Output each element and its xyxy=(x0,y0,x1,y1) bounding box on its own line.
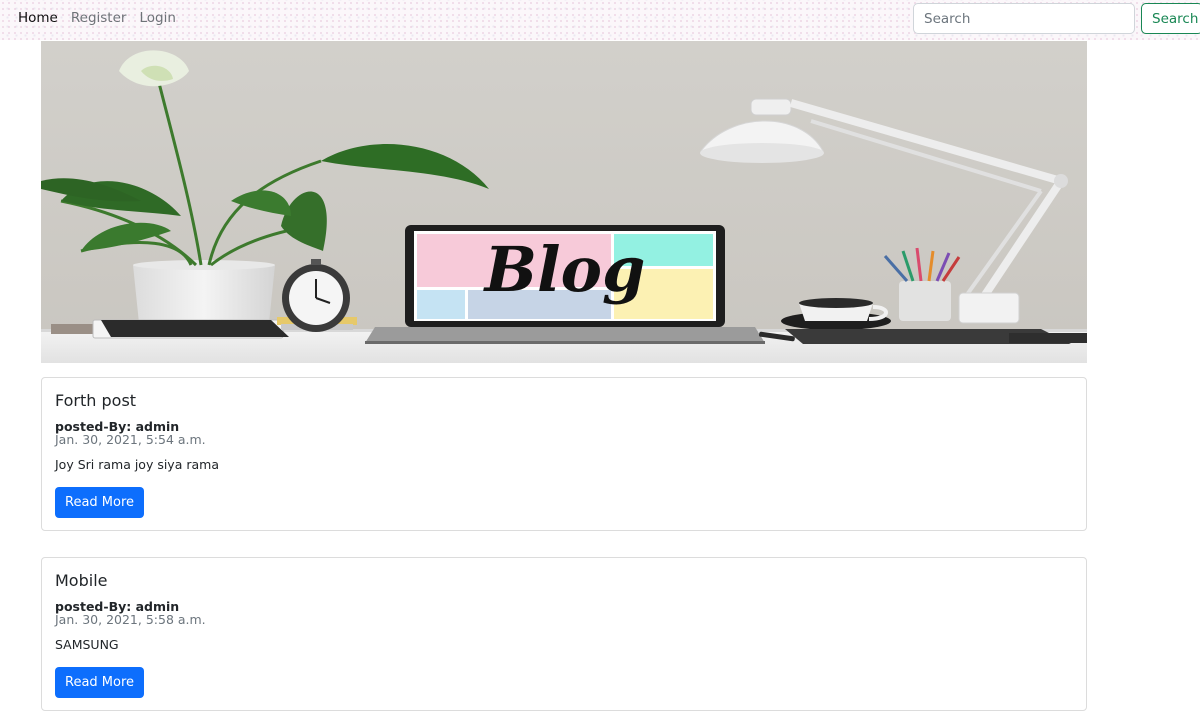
post-date: Jan. 30, 2021, 5:58 a.m. xyxy=(55,612,206,627)
post-card: Forth post posted-By: admin Jan. 30, 202… xyxy=(41,377,1087,531)
read-more-button[interactable]: Read More xyxy=(55,487,145,518)
nav-register-link[interactable]: Register xyxy=(71,10,127,26)
post-card: Mobile posted-By: admin Jan. 30, 2021, 5… xyxy=(41,557,1087,711)
nav-login-link[interactable]: Login xyxy=(139,10,175,26)
hero-banner-image: Blog xyxy=(41,41,1087,363)
nav-home-link[interactable]: Home xyxy=(18,10,58,26)
post-title: Mobile xyxy=(55,571,108,590)
nav-links: Home Register Login xyxy=(18,10,176,26)
post-body: SAMSUNG xyxy=(55,637,119,652)
post-body: Joy Sri rama joy siya rama xyxy=(55,457,219,472)
search-input[interactable] xyxy=(913,3,1135,34)
search-button[interactable]: Search xyxy=(1141,3,1200,34)
top-navbar: Home Register Login Search xyxy=(0,0,1200,40)
post-title: Forth post xyxy=(55,391,137,410)
read-more-button[interactable]: Read More xyxy=(55,667,145,698)
post-date: Jan. 30, 2021, 5:54 a.m. xyxy=(55,432,206,447)
laptop-screen-text: Blog xyxy=(483,233,646,306)
laptop-illustration: Blog xyxy=(365,225,765,344)
